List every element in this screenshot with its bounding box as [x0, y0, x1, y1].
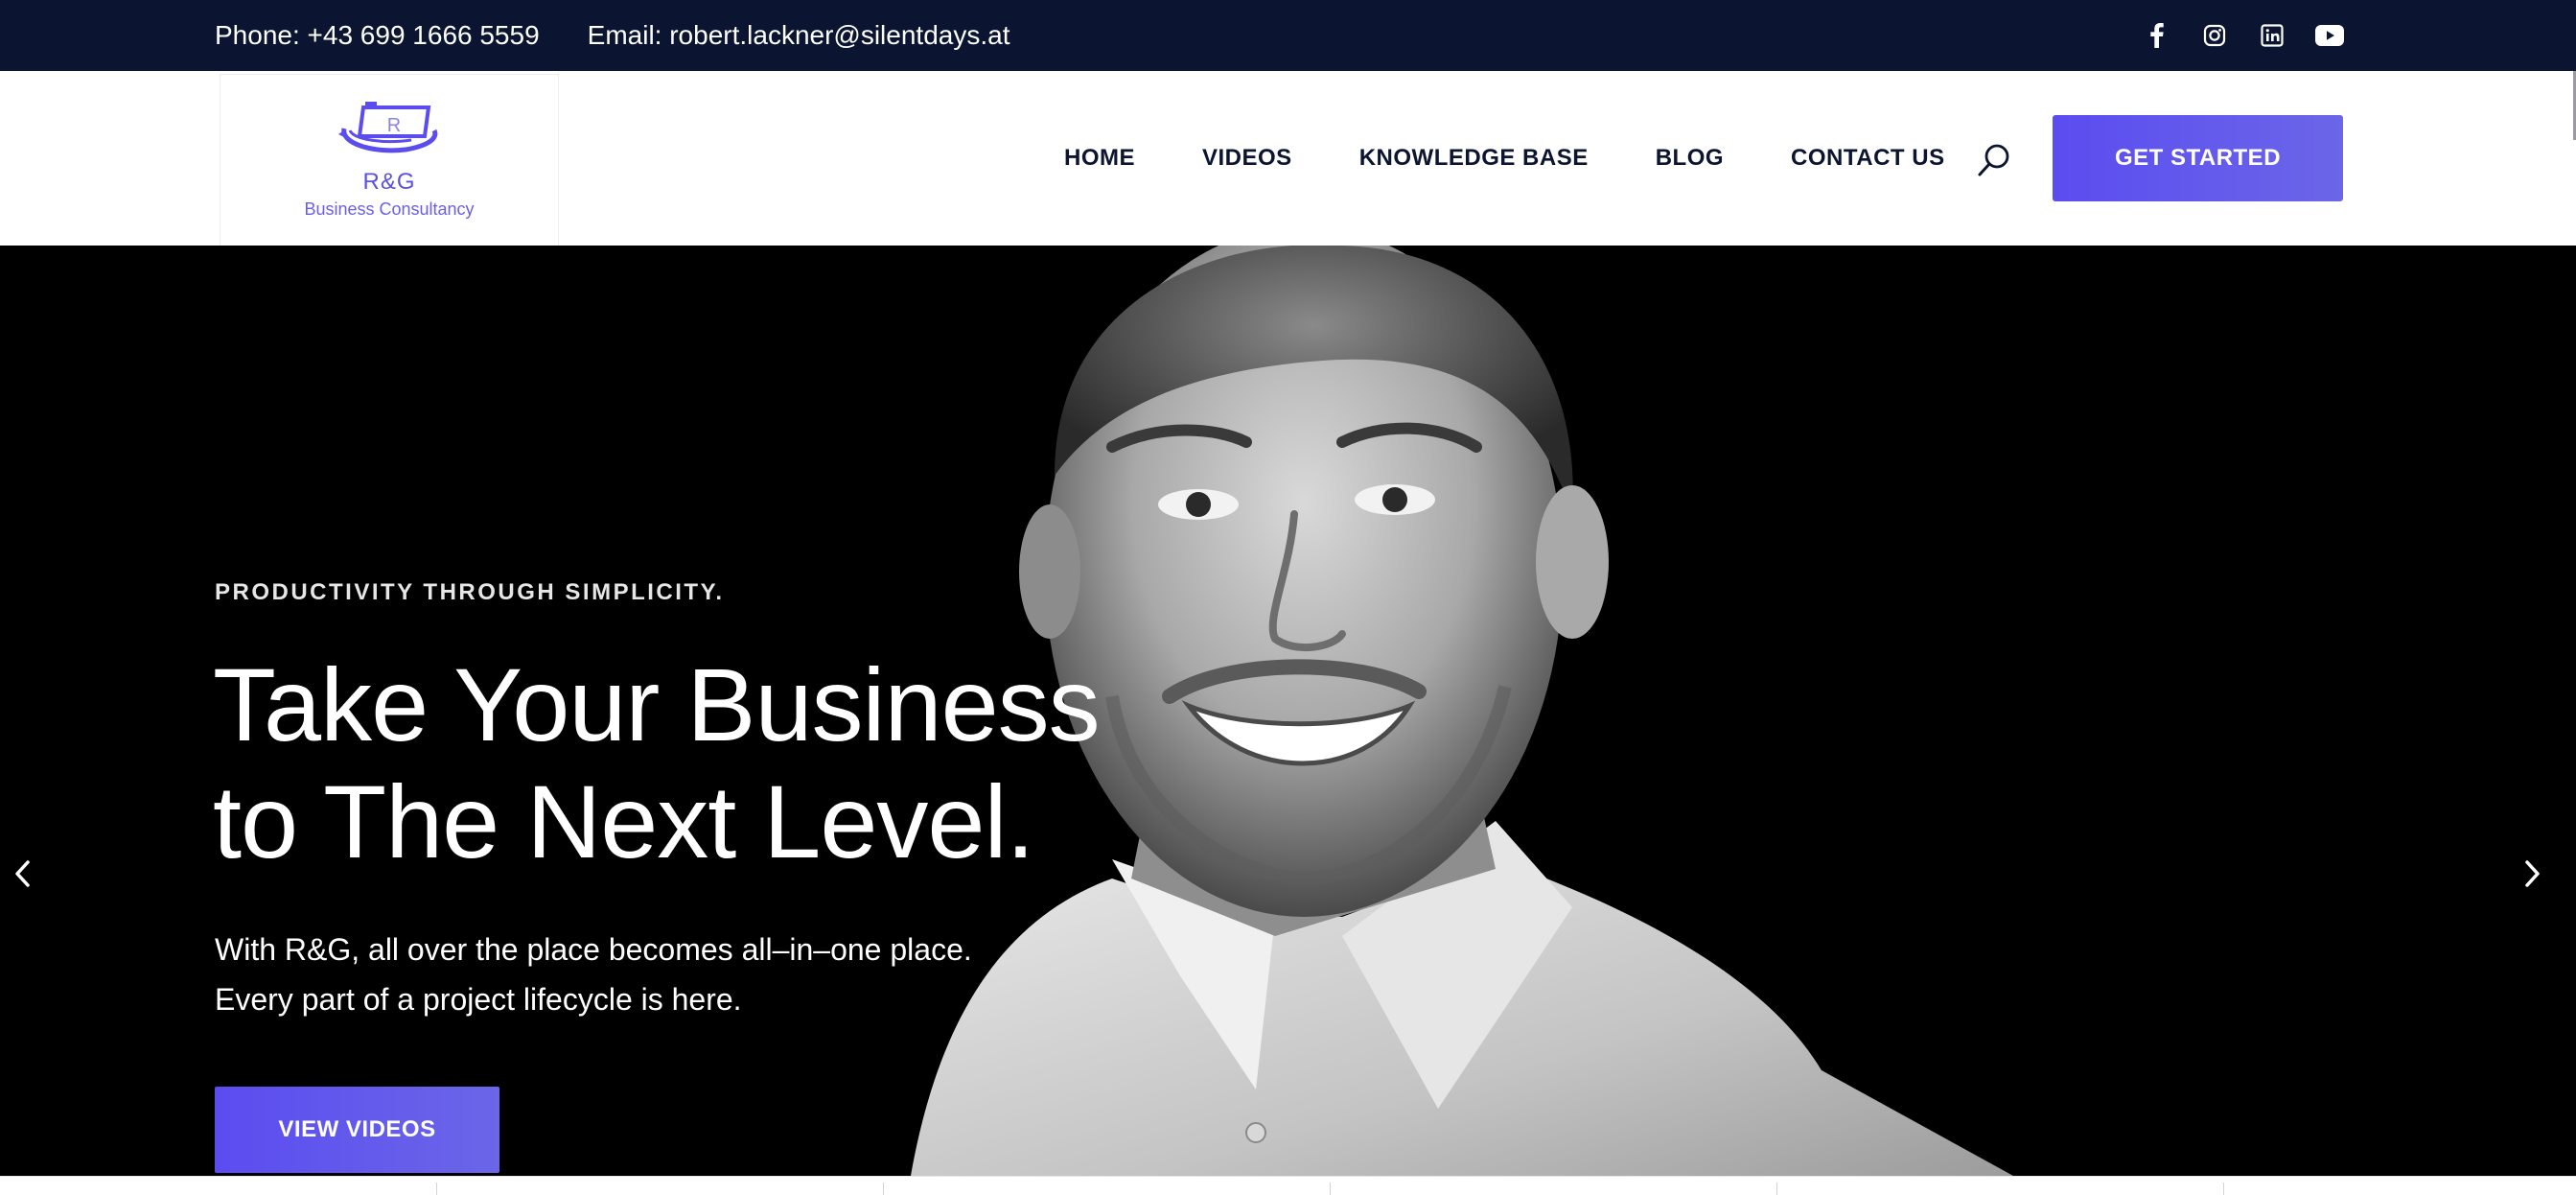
hero-description-line-1: With R&G, all over the place becomes all…: [215, 932, 972, 967]
logo-subtitle: Business Consultancy: [304, 199, 475, 219]
linkedin-icon[interactable]: [2258, 21, 2286, 50]
social-links: [2143, 0, 2344, 71]
email-address[interactable]: Email: robert.lackner@silentdays.at: [588, 20, 1010, 51]
nav-item-blog[interactable]: BLOG: [1656, 145, 1724, 172]
nav-item-knowledge-base[interactable]: KNOWLEDGE BASE: [1359, 145, 1589, 172]
top-info-bar: Phone: +43 699 1666 5559 Email: robert.l…: [0, 0, 2576, 71]
hero-eyebrow: PRODUCTIVITY THROUGH SIMPLICITY.: [215, 579, 725, 605]
hero-headline-line-1: Take Your Business: [213, 646, 1101, 762]
hero-section: PRODUCTIVITY THROUGH SIMPLICITY. Take Yo…: [0, 246, 2576, 1176]
phone-number[interactable]: Phone: +43 699 1666 5559: [215, 20, 540, 51]
hero-headline-line-2: to The Next Level.: [213, 763, 1035, 879]
nav-item-contact-us[interactable]: CONTACT US: [1791, 145, 1945, 172]
nav-item-videos[interactable]: VIDEOS: [1202, 145, 1292, 172]
divider: [883, 1183, 884, 1195]
features-strip-edge: [0, 1176, 2576, 1195]
divider: [1776, 1183, 1777, 1195]
get-started-button[interactable]: GET STARTED: [2053, 115, 2343, 201]
divider: [2223, 1183, 2224, 1195]
main-nav: HOME VIDEOS KNOWLEDGE BASE BLOG CONTACT …: [1064, 71, 1945, 246]
svg-text:R: R: [387, 115, 401, 136]
divider: [436, 1183, 437, 1195]
youtube-icon[interactable]: [2315, 21, 2344, 50]
site-header: R R&G Business Consultancy HOME VIDEOS K…: [0, 71, 2576, 246]
search-icon[interactable]: [1975, 141, 2013, 179]
contact-info: Phone: +43 699 1666 5559 Email: robert.l…: [215, 0, 1057, 71]
nav-item-home[interactable]: HOME: [1064, 145, 1135, 172]
hero-description: With R&G, all over the place becomes all…: [215, 925, 972, 1024]
instagram-icon[interactable]: [2200, 21, 2229, 50]
brand-logo[interactable]: R R&G Business Consultancy: [220, 74, 559, 246]
chevron-right-icon[interactable]: [2511, 840, 2553, 907]
chevron-left-icon[interactable]: [2, 840, 44, 907]
logo-name: R&G: [362, 168, 416, 195]
hero-description-line-2: Every part of a project lifecycle is her…: [215, 982, 742, 1017]
divider: [1330, 1183, 1331, 1195]
hero-headline: Take Your Business to The Next Level.: [213, 646, 1267, 880]
logo-mark-icon: R: [338, 101, 438, 152]
view-videos-button[interactable]: VIEW VIDEOS: [215, 1087, 499, 1173]
facebook-icon[interactable]: [2143, 21, 2171, 50]
